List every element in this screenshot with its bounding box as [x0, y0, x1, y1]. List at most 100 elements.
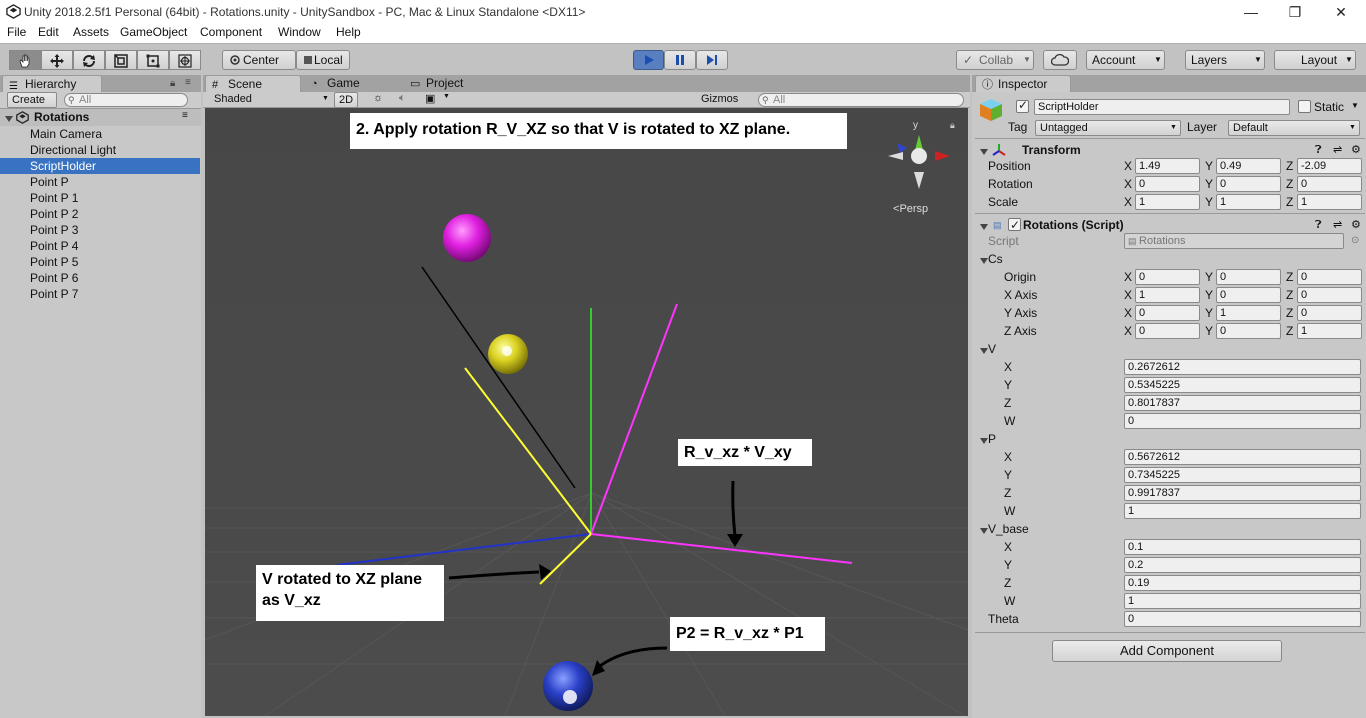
p-z-field[interactable]: 0.9917837 [1124, 485, 1361, 501]
zaxis-x-field[interactable]: 0 [1135, 323, 1200, 339]
xaxis-x-field[interactable]: 1 [1135, 287, 1200, 303]
shading-dropdown[interactable]: Shaded ▼ [210, 92, 330, 108]
rotation-y-field[interactable]: 0 [1216, 176, 1281, 192]
p-y-field[interactable]: 0.7345225 [1124, 467, 1361, 483]
position-x-field[interactable]: 1.49 [1135, 158, 1200, 174]
scene-search-input[interactable]: ⚲ All [758, 93, 964, 107]
position-y-field[interactable]: 0.49 [1216, 158, 1281, 174]
hierarchy-item-point-p-1[interactable]: Point P 1 [0, 190, 200, 206]
origin-y-field[interactable]: 0 [1216, 269, 1281, 285]
persp-toggle[interactable]: <Persp [893, 203, 928, 215]
rotate-tool-button[interactable] [73, 50, 105, 70]
lock-icon[interactable]: 🔒︎ [170, 78, 175, 89]
scene-root-row[interactable]: Rotations ≡ [0, 109, 201, 126]
hierarchy-item-point-p-5[interactable]: Point P 5 [0, 254, 200, 270]
scale-tool-button[interactable] [105, 50, 137, 70]
hierarchy-item-directional-light[interactable]: Directional Light [0, 142, 200, 158]
scene-viewport[interactable]: y 🔒︎ <Persp 2. Apply rotation R_V_XZ so … [205, 108, 968, 716]
v-y-field[interactable]: 0.5345225 [1124, 377, 1361, 393]
close-button[interactable]: ✕ [1326, 2, 1356, 22]
rect-tool-button[interactable] [137, 50, 169, 70]
vbase-y-field[interactable]: 0.2 [1124, 557, 1361, 573]
hierarchy-item-point-p-7[interactable]: Point P 7 [0, 286, 200, 302]
account-dropdown[interactable]: Account ▼ [1086, 50, 1165, 70]
xaxis-z-field[interactable]: 0 [1297, 287, 1362, 303]
active-checkbox[interactable] [1016, 98, 1029, 113]
tab-inspector[interactable]: ⓘ Inspector [975, 75, 1071, 93]
scale-y-field[interactable]: 1 [1216, 194, 1281, 210]
theta-field[interactable]: 0 [1124, 611, 1361, 627]
gizmo-lock-icon[interactable]: 🔒︎ [950, 120, 955, 131]
rotation-z-field[interactable]: 0 [1297, 176, 1362, 192]
cs-foldout[interactable]: Cs [975, 250, 1365, 268]
origin-z-field[interactable]: 0 [1297, 269, 1362, 285]
yaxis-y-field[interactable]: 1 [1216, 305, 1281, 321]
mode-2d-toggle[interactable]: 2D [334, 92, 358, 108]
script-enabled-checkbox[interactable] [1008, 216, 1021, 234]
hierarchy-item-scriptholder[interactable]: ScriptHolder [0, 158, 200, 174]
add-component-button[interactable]: Add Component [1052, 640, 1282, 662]
hand-tool-button[interactable] [9, 50, 41, 70]
tag-dropdown[interactable]: Untagged ▼ [1035, 120, 1181, 136]
move-tool-button[interactable] [41, 50, 73, 70]
p-x-field[interactable]: 0.5672612 [1124, 449, 1361, 465]
minimize-button[interactable]: — [1236, 2, 1266, 22]
hierarchy-item-point-p-4[interactable]: Point P 4 [0, 238, 200, 254]
tab-hierarchy[interactable]: ☰ Hierarchy [2, 75, 102, 93]
object-picker-icon[interactable]: ⊙ [1351, 232, 1359, 250]
tab-scene[interactable]: # Scene [205, 75, 301, 93]
xaxis-y-field[interactable]: 0 [1216, 287, 1281, 303]
hierarchy-item-main-camera[interactable]: Main Camera [0, 126, 200, 142]
effects-chevron-icon[interactable]: ▼ [443, 93, 450, 100]
object-name-field[interactable]: ScriptHolder [1034, 99, 1290, 115]
menu-window[interactable]: Window [278, 25, 321, 39]
v-x-field[interactable]: 0.2672612 [1124, 359, 1361, 375]
scene-menu-icon[interactable]: ≡ [182, 110, 188, 121]
hierarchy-item-point-p-2[interactable]: Point P 2 [0, 206, 200, 222]
static-checkbox[interactable] [1298, 100, 1311, 113]
menu-assets[interactable]: Assets [73, 25, 109, 39]
space-local-button[interactable]: Local [296, 50, 350, 70]
gizmos-dropdown[interactable]: Gizmos ▼ [697, 92, 749, 118]
v-foldout[interactable]: V [975, 340, 1365, 358]
hierarchy-search-input[interactable]: ⚲ All [64, 93, 188, 107]
hierarchy-item-point-p-6[interactable]: Point P 6 [0, 270, 200, 286]
magenta-sphere[interactable] [443, 214, 491, 262]
layers-dropdown[interactable]: Layers ▼ [1185, 50, 1265, 70]
play-button[interactable] [633, 50, 664, 70]
p-foldout[interactable]: P [975, 430, 1365, 448]
pause-button[interactable] [664, 50, 696, 70]
zaxis-z-field[interactable]: 1 [1297, 323, 1362, 339]
vbase-x-field[interactable]: 0.1 [1124, 539, 1361, 555]
layout-dropdown[interactable]: Layout ▼ [1274, 50, 1356, 70]
scale-z-field[interactable]: 1 [1297, 194, 1362, 210]
vbase-foldout[interactable]: V_base [975, 520, 1365, 538]
menu-edit[interactable]: Edit [38, 25, 59, 39]
collab-dropdown[interactable]: ✓ Collab ▼ [956, 50, 1034, 70]
tab-game[interactable]: ◔ Game [305, 75, 401, 93]
menu-help[interactable]: Help [336, 25, 361, 39]
menu-gameobject[interactable]: GameObject [120, 25, 187, 39]
panel-menu-icon[interactable]: ≡ [185, 77, 191, 88]
create-dropdown[interactable]: Create ▼ [7, 92, 57, 119]
yaxis-x-field[interactable]: 0 [1135, 305, 1200, 321]
v-w-field[interactable]: 0 [1124, 413, 1361, 429]
rotation-x-field[interactable]: 0 [1135, 176, 1200, 192]
hierarchy-item-point-p[interactable]: Point P [0, 174, 200, 190]
pivot-center-button[interactable]: Center [222, 50, 296, 70]
origin-x-field[interactable]: 0 [1135, 269, 1200, 285]
yaxis-z-field[interactable]: 0 [1297, 305, 1362, 321]
p-w-field[interactable]: 1 [1124, 503, 1361, 519]
menu-file[interactable]: File [7, 25, 26, 39]
step-button[interactable] [696, 50, 728, 70]
v-z-field[interactable]: 0.8017837 [1124, 395, 1361, 411]
audio-icon[interactable]: 🔈︎ [399, 92, 406, 105]
layer-dropdown[interactable]: Default ▼ [1228, 120, 1360, 136]
vbase-w-field[interactable]: 1 [1124, 593, 1361, 609]
lighting-sun-icon[interactable]: ☼ [373, 92, 383, 104]
scale-x-field[interactable]: 1 [1135, 194, 1200, 210]
tab-project[interactable]: ▭ Project [404, 75, 500, 93]
hierarchy-item-point-p-3[interactable]: Point P 3 [0, 222, 200, 238]
menu-component[interactable]: Component [200, 25, 262, 39]
position-z-field[interactable]: -2.09 [1297, 158, 1362, 174]
